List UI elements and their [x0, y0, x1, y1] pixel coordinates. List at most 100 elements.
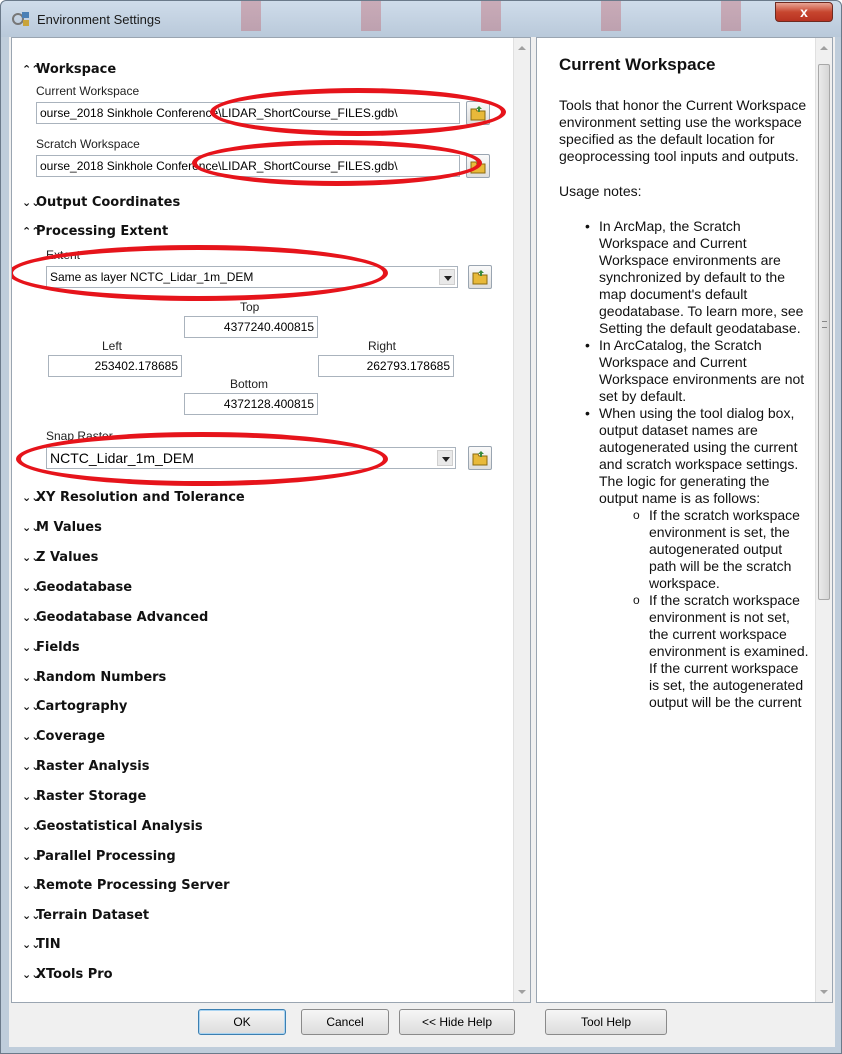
help-content: Current Workspace Tools that honor the C…: [559, 56, 811, 711]
environment-settings-pane[interactable]: ⌃⌃Workspace Current Workspace ourse_2018…: [11, 37, 531, 1003]
double-chevron-down-icon: ⌄⌄: [22, 491, 41, 504]
sub-list-item: If the scratch workspace environment is …: [633, 592, 811, 711]
scratch-workspace-label: Scratch Workspace: [36, 137, 140, 151]
help-pane-scrollbar[interactable]: [815, 38, 832, 1002]
list-item-text: When using the tool dialog box, output d…: [599, 405, 799, 506]
section-xtools-pro[interactable]: ⌄⌄XTools Pro: [22, 967, 113, 982]
extent-top-input[interactable]: 4377240.400815: [184, 316, 318, 338]
list-item: In ArcMap, the Scratch Workspace and Cur…: [585, 218, 811, 337]
section-label: Fields: [36, 640, 80, 655]
window-title: Environment Settings: [37, 12, 161, 27]
section-random-numbers[interactable]: ⌄⌄Random Numbers: [22, 670, 166, 685]
double-chevron-down-icon: ⌄⌄: [22, 968, 41, 981]
environment-settings-window: Environment Settings x ⌃⌃Workspace Curre…: [0, 0, 842, 1054]
section-label: XY Resolution and Tolerance: [36, 490, 245, 505]
section-label: XTools Pro: [36, 967, 113, 982]
extent-top-label: Top: [240, 300, 260, 314]
chevron-down-icon[interactable]: [437, 450, 453, 466]
open-folder-icon: [470, 159, 486, 174]
open-folder-icon: [472, 451, 488, 466]
double-chevron-down-icon: ⌄⌄: [22, 611, 41, 624]
extent-selected-value: Same as layer NCTC_Lidar_1m_DEM: [50, 270, 254, 284]
scroll-down-arrow-icon[interactable]: [518, 990, 526, 994]
section-label: Output Coordinates: [36, 195, 181, 210]
close-button[interactable]: x: [775, 2, 833, 22]
scrollbar-thumb[interactable]: [818, 64, 830, 600]
section-geodatabase[interactable]: ⌄⌄Geodatabase: [22, 580, 132, 595]
section-raster-analysis[interactable]: ⌄⌄Raster Analysis: [22, 759, 149, 774]
section-label: Z Values: [36, 550, 99, 565]
extent-left-label: Left: [102, 339, 123, 353]
section-label: Workspace: [36, 62, 117, 77]
help-pane: Current Workspace Tools that honor the C…: [536, 37, 833, 1003]
section-remote-processing-server[interactable]: ⌄⌄Remote Processing Server: [22, 878, 230, 893]
section-label: Terrain Dataset: [36, 908, 150, 923]
section-tin[interactable]: ⌄⌄TIN: [22, 937, 61, 952]
extent-left-input[interactable]: 253402.178685: [48, 355, 182, 377]
section-xy-resolution[interactable]: ⌄⌄XY Resolution and Tolerance: [22, 490, 245, 505]
double-chevron-down-icon: ⌄⌄: [22, 671, 41, 684]
double-chevron-up-icon: ⌃⌃: [22, 63, 41, 76]
tool-help-button[interactable]: Tool Help: [545, 1009, 667, 1035]
section-m-values[interactable]: ⌄⌄M Values: [22, 520, 102, 535]
current-workspace-input[interactable]: ourse_2018 Sinkhole Conference\LIDAR_Sho…: [36, 102, 460, 124]
ok-button[interactable]: OK: [198, 1009, 286, 1035]
section-parallel-processing[interactable]: ⌄⌄Parallel Processing: [22, 849, 176, 864]
double-chevron-down-icon: ⌄⌄: [22, 196, 41, 209]
scroll-down-arrow-icon[interactable]: [820, 990, 828, 994]
extent-browse-button[interactable]: [468, 265, 492, 289]
hide-help-button[interactable]: << Hide Help: [399, 1009, 515, 1035]
section-label: Geostatistical Analysis: [36, 819, 203, 834]
title-bar[interactable]: Environment Settings x: [1, 1, 841, 37]
section-terrain-dataset[interactable]: ⌄⌄Terrain Dataset: [22, 908, 149, 923]
section-label: Geodatabase Advanced: [36, 610, 209, 625]
usage-notes-heading: Usage notes:: [559, 183, 642, 199]
usage-notes-list: In ArcMap, the Scratch Workspace and Cur…: [559, 218, 811, 711]
section-raster-storage[interactable]: ⌄⌄Raster Storage: [22, 789, 146, 804]
section-z-values[interactable]: ⌄⌄Z Values: [22, 550, 98, 565]
scratch-workspace-browse-button[interactable]: [466, 154, 490, 178]
left-pane-scrollbar[interactable]: [513, 38, 530, 1002]
cancel-button[interactable]: Cancel: [301, 1009, 389, 1035]
snap-raster-selected-value: NCTC_Lidar_1m_DEM: [50, 450, 194, 466]
double-chevron-down-icon: ⌄⌄: [22, 551, 41, 564]
section-label: Parallel Processing: [36, 849, 176, 864]
section-output-coordinates[interactable]: ⌄⌄Output Coordinates: [22, 195, 180, 210]
section-label: Random Numbers: [36, 670, 167, 685]
double-chevron-down-icon: ⌄⌄: [22, 820, 41, 833]
section-processing-extent[interactable]: ⌃⌃Processing Extent: [22, 224, 168, 239]
scratch-workspace-input[interactable]: ourse_2018 Sinkhole Conference\LIDAR_Sho…: [36, 155, 460, 177]
double-chevron-down-icon: ⌄⌄: [22, 581, 41, 594]
environment-settings-icon: [12, 12, 29, 26]
section-label: Raster Analysis: [36, 759, 150, 774]
snap-raster-dropdown[interactable]: NCTC_Lidar_1m_DEM: [46, 447, 456, 469]
section-label: Remote Processing Server: [36, 878, 230, 893]
section-workspace[interactable]: ⌃⌃Workspace: [22, 62, 116, 77]
current-workspace-label: Current Workspace: [36, 84, 140, 98]
section-coverage[interactable]: ⌄⌄Coverage: [22, 729, 105, 744]
double-chevron-down-icon: ⌄⌄: [22, 909, 41, 922]
scroll-up-arrow-icon[interactable]: [820, 46, 828, 50]
section-label: Coverage: [36, 729, 106, 744]
section-geodatabase-advanced[interactable]: ⌄⌄Geodatabase Advanced: [22, 610, 208, 625]
help-intro: Tools that honor the Current Workspace e…: [559, 97, 807, 164]
section-cartography[interactable]: ⌄⌄Cartography: [22, 699, 127, 714]
snap-raster-label: Snap Raster: [46, 429, 113, 443]
extent-dropdown[interactable]: Same as layer NCTC_Lidar_1m_DEM: [46, 266, 458, 288]
extent-label: Extent: [46, 248, 81, 262]
snap-raster-browse-button[interactable]: [468, 446, 492, 470]
extent-bottom-label: Bottom: [230, 377, 269, 391]
double-chevron-down-icon: ⌄⌄: [22, 700, 41, 713]
extent-right-label: Right: [368, 339, 397, 353]
extent-right-input[interactable]: 262793.178685: [318, 355, 454, 377]
current-workspace-browse-button[interactable]: [466, 101, 490, 125]
sub-list: If the scratch workspace environment is …: [599, 507, 811, 711]
dialog-client-area: ⌃⌃Workspace Current Workspace ourse_2018…: [9, 37, 835, 1047]
section-label: Cartography: [36, 699, 128, 714]
extent-bottom-input[interactable]: 4372128.400815: [184, 393, 318, 415]
section-geostatistical-analysis[interactable]: ⌄⌄Geostatistical Analysis: [22, 819, 203, 834]
section-fields[interactable]: ⌄⌄Fields: [22, 640, 80, 655]
section-label: Raster Storage: [36, 789, 147, 804]
scroll-up-arrow-icon[interactable]: [518, 46, 526, 50]
chevron-down-icon[interactable]: [439, 269, 455, 285]
